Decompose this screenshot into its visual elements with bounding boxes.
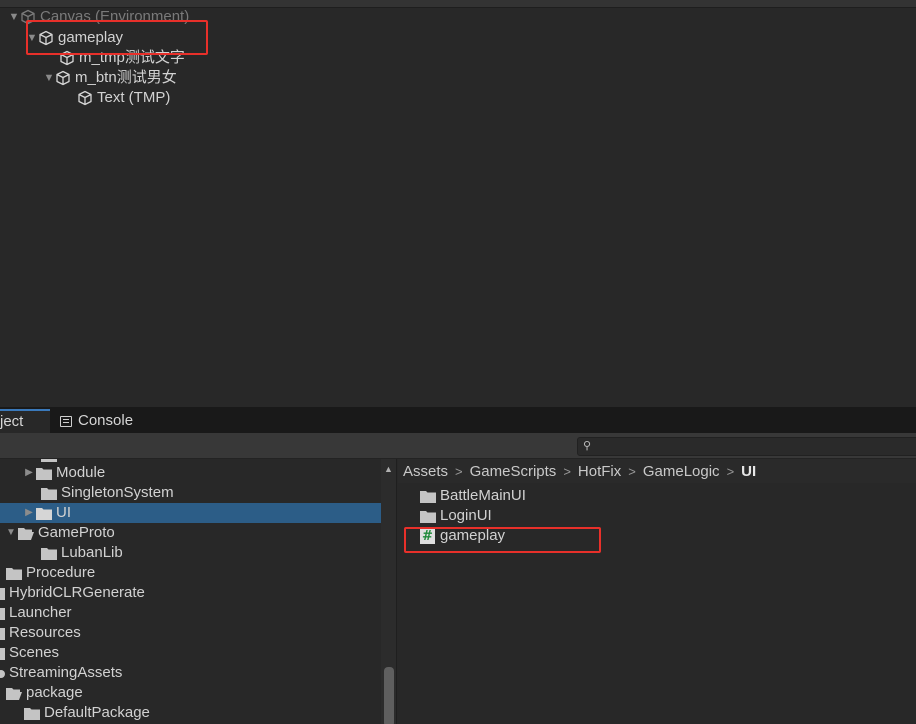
chevron-right-icon: > [563,463,571,479]
tree-item-label: package [26,684,83,701]
tree-item-gameproto[interactable]: ▼ GameProto [0,523,381,543]
tree-item-scenes[interactable]: Scenes [0,643,381,663]
tab-project[interactable]: ject [0,409,50,433]
expand-arrow-icon[interactable]: ▼ [4,523,18,543]
expand-arrow-icon[interactable]: ▼ [43,68,55,88]
hierarchy-item-btn[interactable]: ▼ m_btn测试男女 [43,68,177,88]
chevron-right-icon: > [726,463,735,479]
highlight-annotation-box [26,20,208,55]
tree-item-lubanlib[interactable]: LubanLib [0,543,381,563]
tree-item-label: StreamingAssets [9,664,123,681]
hierarchy-panel: ▼ Canvas (Environment) ▼ gameplay m_tmp测… [0,0,916,407]
tree-item-hybridclrgenerate[interactable]: HybridCLRGenerate [0,583,381,603]
search-input[interactable]: ⚲ [577,437,916,456]
tree-item-launcher[interactable]: Launcher [0,603,381,623]
tree-item-label: HybridCLRGenerate [9,584,145,601]
tab-bar: ject Console [0,409,916,433]
folder-icon [36,467,52,480]
hierarchy-item-text-tmp[interactable]: Text (TMP) [77,88,170,108]
expand-arrow-icon[interactable]: ▶ [22,503,36,523]
file-list-panel: Assets > GameScripts > HotFix > GameLogi… [398,459,916,724]
folder-icon [420,490,436,503]
tab-console[interactable]: Console [60,409,133,433]
file-item-label: BattleMainUI [440,487,526,504]
breadcrumb-item-assets[interactable]: Assets [403,463,448,480]
chevron-right-icon: > [455,463,463,479]
breadcrumb-item-gamelogic[interactable]: GameLogic [643,463,720,480]
tree-item-label: LubanLib [61,544,123,561]
tree-item-resources[interactable]: Resources [0,623,381,643]
tree-scrollbar[interactable]: ▲ [381,459,397,724]
folder-icon [0,669,5,678]
hierarchy-item-label: m_btn测试男女 [75,69,177,86]
folder-icon [6,567,22,580]
breadcrumb-item-gamescripts[interactable]: GameScripts [470,463,557,480]
tree-item-label: GameProto [38,524,115,541]
breadcrumb-item-hotfix[interactable]: HotFix [578,463,621,480]
tree-item-label: Procedure [26,564,96,581]
highlight-annotation-box [404,527,601,553]
tree-item-streamingassets[interactable]: StreamingAssets [0,663,381,683]
folder-icon [420,510,436,523]
folder-icon [41,459,57,462]
tree-item-label: DefaultPackage [44,704,150,721]
expand-arrow-icon[interactable]: ▼ [8,7,20,27]
tree-item-ui[interactable]: ▶ UI [0,503,381,523]
folder-icon [0,607,5,620]
hierarchy-item-label: Text (TMP) [97,89,171,106]
tree-item-label: Launcher [9,604,72,621]
gameobject-cube-icon [78,90,92,106]
tree-item-label: UI [56,504,71,521]
tree-item-procedure[interactable]: Procedure [0,563,381,583]
folder-icon [41,487,57,500]
gameobject-cube-icon [56,70,70,86]
folder-icon [24,707,40,720]
tree-item-module[interactable]: ▶ Module [0,463,381,483]
folder-icon [36,507,52,520]
tree-item-label: Resources [9,624,81,641]
folder-icon [41,547,57,560]
expand-arrow-icon[interactable]: ▶ [22,463,36,483]
breadcrumb: Assets > GameScripts > HotFix > GameLogi… [398,459,916,483]
chevron-right-icon: > [628,463,636,479]
file-item-label: LoginUI [440,507,492,524]
search-icon: ⚲ [583,440,592,452]
tree-item-label: SingletonSystem [61,484,174,501]
file-item-battlemainui[interactable]: BattleMainUI [420,486,526,506]
folder-icon [0,647,5,660]
open-folder-icon [18,527,34,540]
scroll-up-arrow-icon[interactable]: ▲ [384,464,393,474]
scrollbar-thumb[interactable] [384,667,394,724]
tree-item-singletonsystem[interactable]: SingletonSystem [0,483,381,503]
tab-label: Console [78,412,134,429]
folder-tree: ▶ Module SingletonSystem ▶ UI ▼ GameProt… [0,459,381,724]
tree-item-package[interactable]: package [0,683,381,703]
file-item-loginui[interactable]: LoginUI [420,506,492,526]
console-icon [60,415,72,427]
tree-item-label: Scenes [9,644,60,661]
project-toolbar: ⚲ [0,433,916,459]
open-folder-icon [6,687,22,700]
tab-label: ject [0,413,24,430]
tree-item-defaultpackage[interactable]: DefaultPackage [0,703,381,723]
folder-icon [0,627,5,640]
project-panel: ject Console ⚲ ▶ Module SingletonSystem … [0,409,916,724]
breadcrumb-item-ui[interactable]: UI [741,463,756,480]
folder-icon [0,587,5,600]
tree-item-label: Module [56,464,106,481]
